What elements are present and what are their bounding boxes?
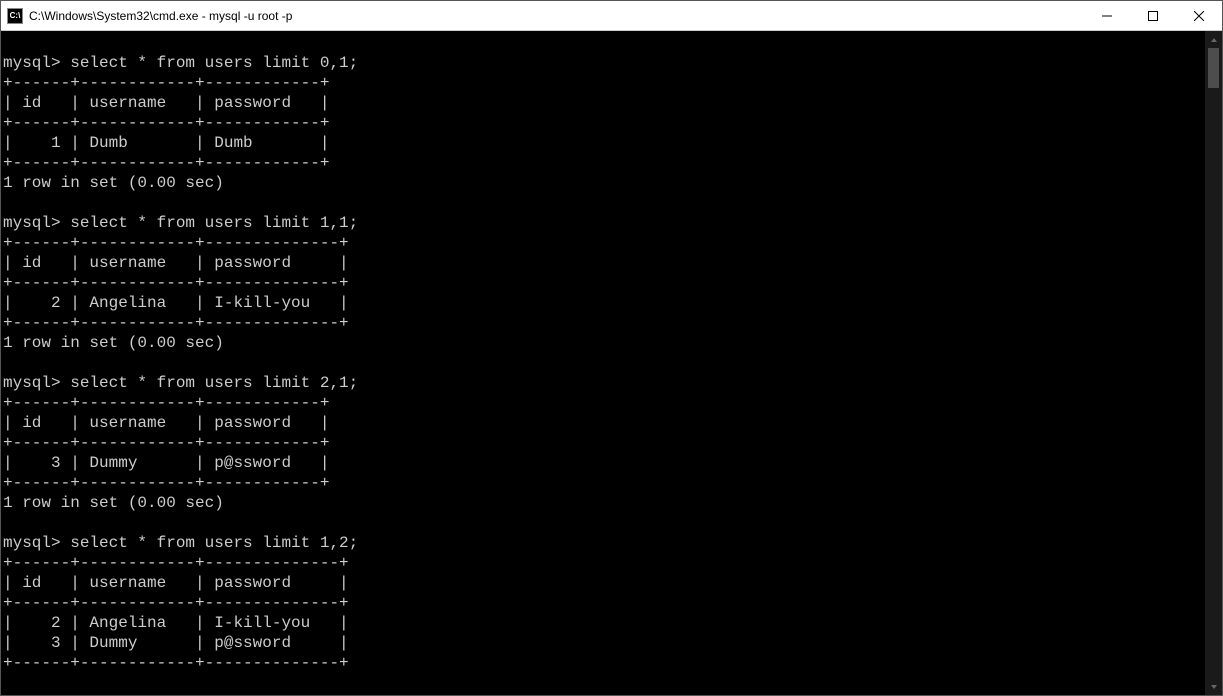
scroll-down-arrow[interactable] <box>1205 678 1222 695</box>
maximize-button[interactable] <box>1130 1 1176 30</box>
scroll-up-arrow[interactable] <box>1205 31 1222 48</box>
window-controls <box>1084 1 1222 30</box>
cmd-icon: C:\ <box>7 8 23 24</box>
window-title: C:\Windows\System32\cmd.exe - mysql -u r… <box>29 9 1084 23</box>
close-button[interactable] <box>1176 1 1222 30</box>
scrollbar-thumb[interactable] <box>1208 48 1219 88</box>
terminal-output[interactable]: mysql> select * from users limit 0,1; +-… <box>1 31 1205 695</box>
minimize-button[interactable] <box>1084 1 1130 30</box>
vertical-scrollbar[interactable] <box>1205 31 1222 695</box>
window-titlebar: C:\ C:\Windows\System32\cmd.exe - mysql … <box>1 1 1222 31</box>
